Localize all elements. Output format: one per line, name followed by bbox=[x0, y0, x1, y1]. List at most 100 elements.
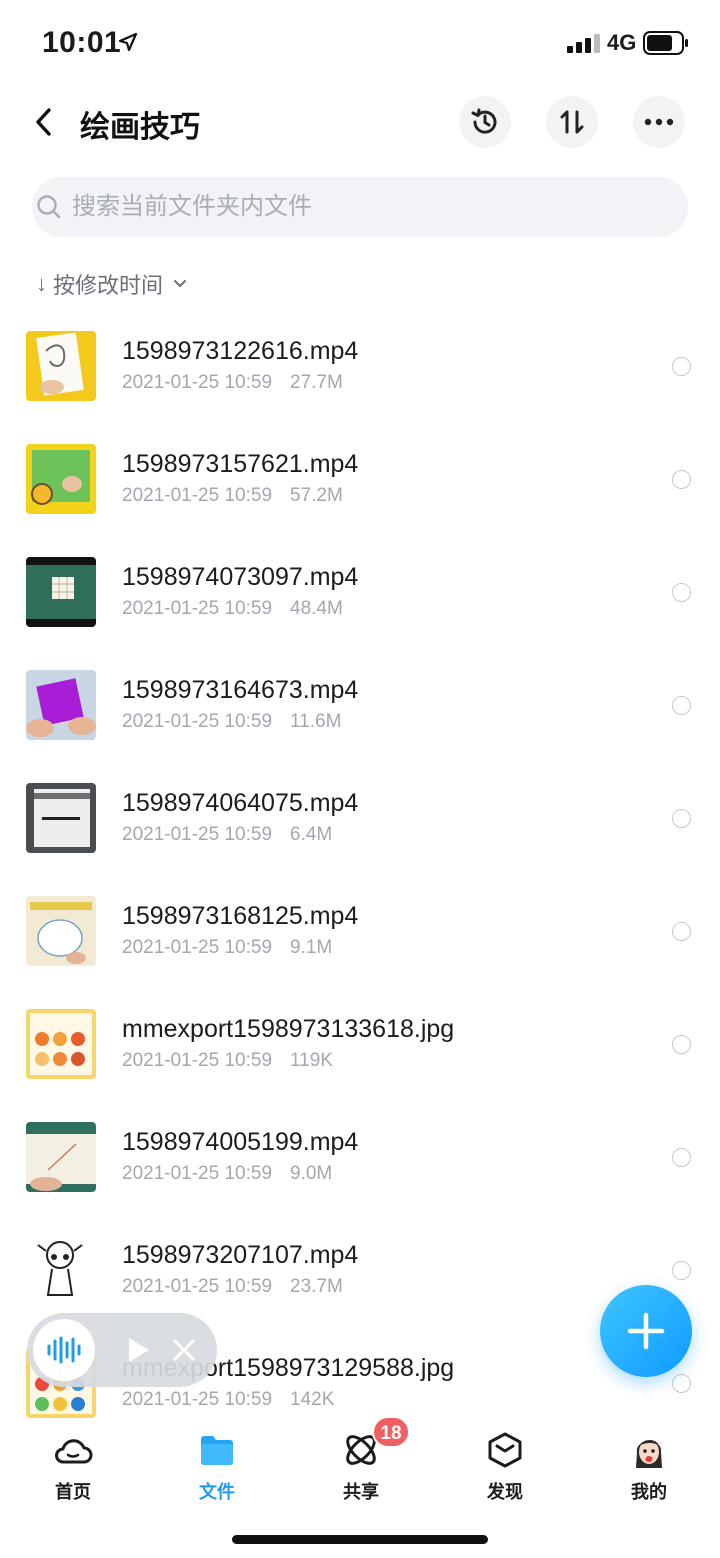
file-thumbnail bbox=[26, 670, 96, 740]
file-size: 11.6M bbox=[290, 711, 342, 732]
file-date: 2021-01-25 10:59 bbox=[122, 598, 273, 619]
play-icon[interactable] bbox=[123, 1335, 153, 1365]
tab-me[interactable]: 我的 bbox=[599, 1426, 699, 1506]
status-time: 10:01 bbox=[42, 26, 122, 59]
file-thumbnail bbox=[26, 896, 96, 966]
file-thumbnail bbox=[26, 1122, 96, 1192]
tab-label: 共享 bbox=[343, 1482, 379, 1502]
file-size: 9.1M bbox=[290, 937, 333, 958]
file-meta: 2021-01-25 10:59 48.4M bbox=[122, 598, 343, 620]
tab-label: 文件 bbox=[199, 1482, 235, 1502]
file-size: 48.4M bbox=[290, 598, 343, 619]
battery-icon bbox=[643, 31, 688, 55]
file-row[interactable]: 1598974073097.mp4 2021-01-25 10:59 48.4M bbox=[0, 536, 720, 649]
header: 绘画技巧 bbox=[0, 90, 720, 156]
file-thumbnail bbox=[26, 444, 96, 514]
file-size: 119K bbox=[290, 1050, 333, 1071]
history-icon bbox=[471, 108, 497, 134]
file-row[interactable]: 1598973168125.mp4 2021-01-25 10:59 9.1M bbox=[0, 875, 720, 988]
chevron-down-icon bbox=[174, 280, 187, 287]
tab-discover[interactable]: 发现 bbox=[455, 1426, 555, 1506]
tab-label: 我的 bbox=[631, 1482, 667, 1502]
select-checkbox[interactable] bbox=[672, 1035, 691, 1054]
file-name: 1598974005199.mp4 bbox=[122, 1128, 359, 1156]
more-dots-icon bbox=[644, 118, 674, 126]
select-checkbox[interactable] bbox=[672, 1261, 691, 1280]
status-bar: 10:01 4G bbox=[0, 0, 720, 88]
select-checkbox[interactable] bbox=[672, 696, 691, 715]
sort-toggle-button[interactable] bbox=[546, 96, 598, 148]
file-size: 142K bbox=[290, 1389, 335, 1410]
tab-bar: 首页 文件 共享 发现 我的 bbox=[0, 1418, 720, 1518]
file-name: 1598974064075.mp4 bbox=[122, 789, 359, 817]
cellular-signal-icon bbox=[567, 34, 600, 53]
file-row[interactable]: 1598974005199.mp4 2021-01-25 10:59 9.0M bbox=[0, 1101, 720, 1214]
file-meta: 2021-01-25 10:59 23.7M bbox=[122, 1276, 343, 1298]
file-date: 2021-01-25 10:59 bbox=[122, 937, 273, 958]
sort-label: 按修改时间 bbox=[53, 273, 164, 298]
tab-label: 发现 bbox=[487, 1482, 523, 1502]
tab-home[interactable]: 首页 bbox=[23, 1426, 123, 1506]
file-row[interactable]: 1598973157621.mp4 2021-01-25 10:59 57.2M bbox=[0, 423, 720, 536]
audio-player-pill[interactable] bbox=[27, 1313, 217, 1387]
add-button[interactable] bbox=[600, 1285, 692, 1377]
audio-wave-icon bbox=[47, 1336, 81, 1364]
more-button[interactable] bbox=[633, 96, 685, 148]
file-meta: 2021-01-25 10:59 9.1M bbox=[122, 937, 332, 959]
file-meta: 2021-01-25 10:59 6.4M bbox=[122, 824, 332, 846]
page-title: 绘画技巧 bbox=[80, 111, 200, 144]
plus-icon bbox=[627, 1312, 665, 1350]
folder-icon bbox=[201, 1436, 233, 1465]
select-checkbox[interactable] bbox=[672, 583, 691, 602]
file-meta: 2021-01-25 10:59 9.0M bbox=[122, 1163, 332, 1185]
file-meta: 2021-01-25 10:59 27.7M bbox=[122, 372, 343, 394]
file-row[interactable]: 1598973164673.mp4 2021-01-25 10:59 11.6M bbox=[0, 649, 720, 762]
tab-files[interactable]: 文件 bbox=[167, 1426, 267, 1506]
home-indicator bbox=[232, 1535, 488, 1544]
sort-down-arrow-icon: ↓ bbox=[36, 271, 47, 296]
file-date: 2021-01-25 10:59 bbox=[122, 824, 273, 845]
file-meta: 2021-01-25 10:59 11.6M bbox=[122, 711, 341, 733]
share-notification-badge: 18 bbox=[372, 1416, 410, 1448]
file-name: 1598973164673.mp4 bbox=[122, 676, 359, 704]
select-checkbox[interactable] bbox=[672, 1374, 691, 1393]
file-thumbnail bbox=[26, 783, 96, 853]
file-size: 23.7M bbox=[290, 1276, 343, 1297]
back-button[interactable] bbox=[26, 102, 62, 142]
close-icon[interactable] bbox=[171, 1337, 197, 1363]
file-date: 2021-01-25 10:59 bbox=[122, 1163, 273, 1184]
file-size: 27.7M bbox=[290, 372, 343, 393]
search-icon bbox=[37, 195, 61, 219]
select-checkbox[interactable] bbox=[672, 1148, 691, 1167]
file-name: 1598973122616.mp4 bbox=[122, 337, 359, 365]
network-type: 4G bbox=[607, 30, 637, 55]
tab-label: 首页 bbox=[55, 1482, 91, 1502]
file-date: 2021-01-25 10:59 bbox=[122, 1389, 273, 1410]
file-meta: 2021-01-25 10:59 57.2M bbox=[122, 485, 343, 507]
file-row[interactable]: 1598974064075.mp4 2021-01-25 10:59 6.4M bbox=[0, 762, 720, 875]
file-row[interactable]: 1598973122616.mp4 2021-01-25 10:59 27.7M bbox=[0, 310, 720, 423]
file-date: 2021-01-25 10:59 bbox=[122, 1276, 273, 1297]
file-thumbnail bbox=[26, 557, 96, 627]
file-size: 9.0M bbox=[290, 1163, 333, 1184]
cloud-icon bbox=[55, 1439, 93, 1464]
sort-selector[interactable]: ↓ 按修改时间 bbox=[36, 269, 187, 299]
file-date: 2021-01-25 10:59 bbox=[122, 485, 273, 506]
select-checkbox[interactable] bbox=[672, 922, 691, 941]
select-checkbox[interactable] bbox=[672, 357, 691, 376]
file-thumbnail bbox=[26, 1235, 96, 1305]
search-input[interactable] bbox=[72, 190, 632, 224]
file-row[interactable]: mmexport1598973133618.jpg 2021-01-25 10:… bbox=[0, 988, 720, 1101]
file-size: 6.4M bbox=[290, 824, 333, 845]
file-meta: 2021-01-25 10:59 142K bbox=[122, 1389, 334, 1411]
file-date: 2021-01-25 10:59 bbox=[122, 711, 273, 732]
select-checkbox[interactable] bbox=[672, 470, 691, 489]
history-button[interactable] bbox=[459, 96, 511, 148]
audio-wave-button[interactable] bbox=[33, 1319, 95, 1381]
select-checkbox[interactable] bbox=[672, 809, 691, 828]
file-name: 1598973168125.mp4 bbox=[122, 902, 359, 930]
file-meta: 2021-01-25 10:59 119K bbox=[122, 1050, 333, 1072]
location-arrow-icon bbox=[118, 32, 138, 52]
file-name: 1598973157621.mp4 bbox=[122, 450, 359, 478]
cube-icon bbox=[488, 1432, 522, 1468]
